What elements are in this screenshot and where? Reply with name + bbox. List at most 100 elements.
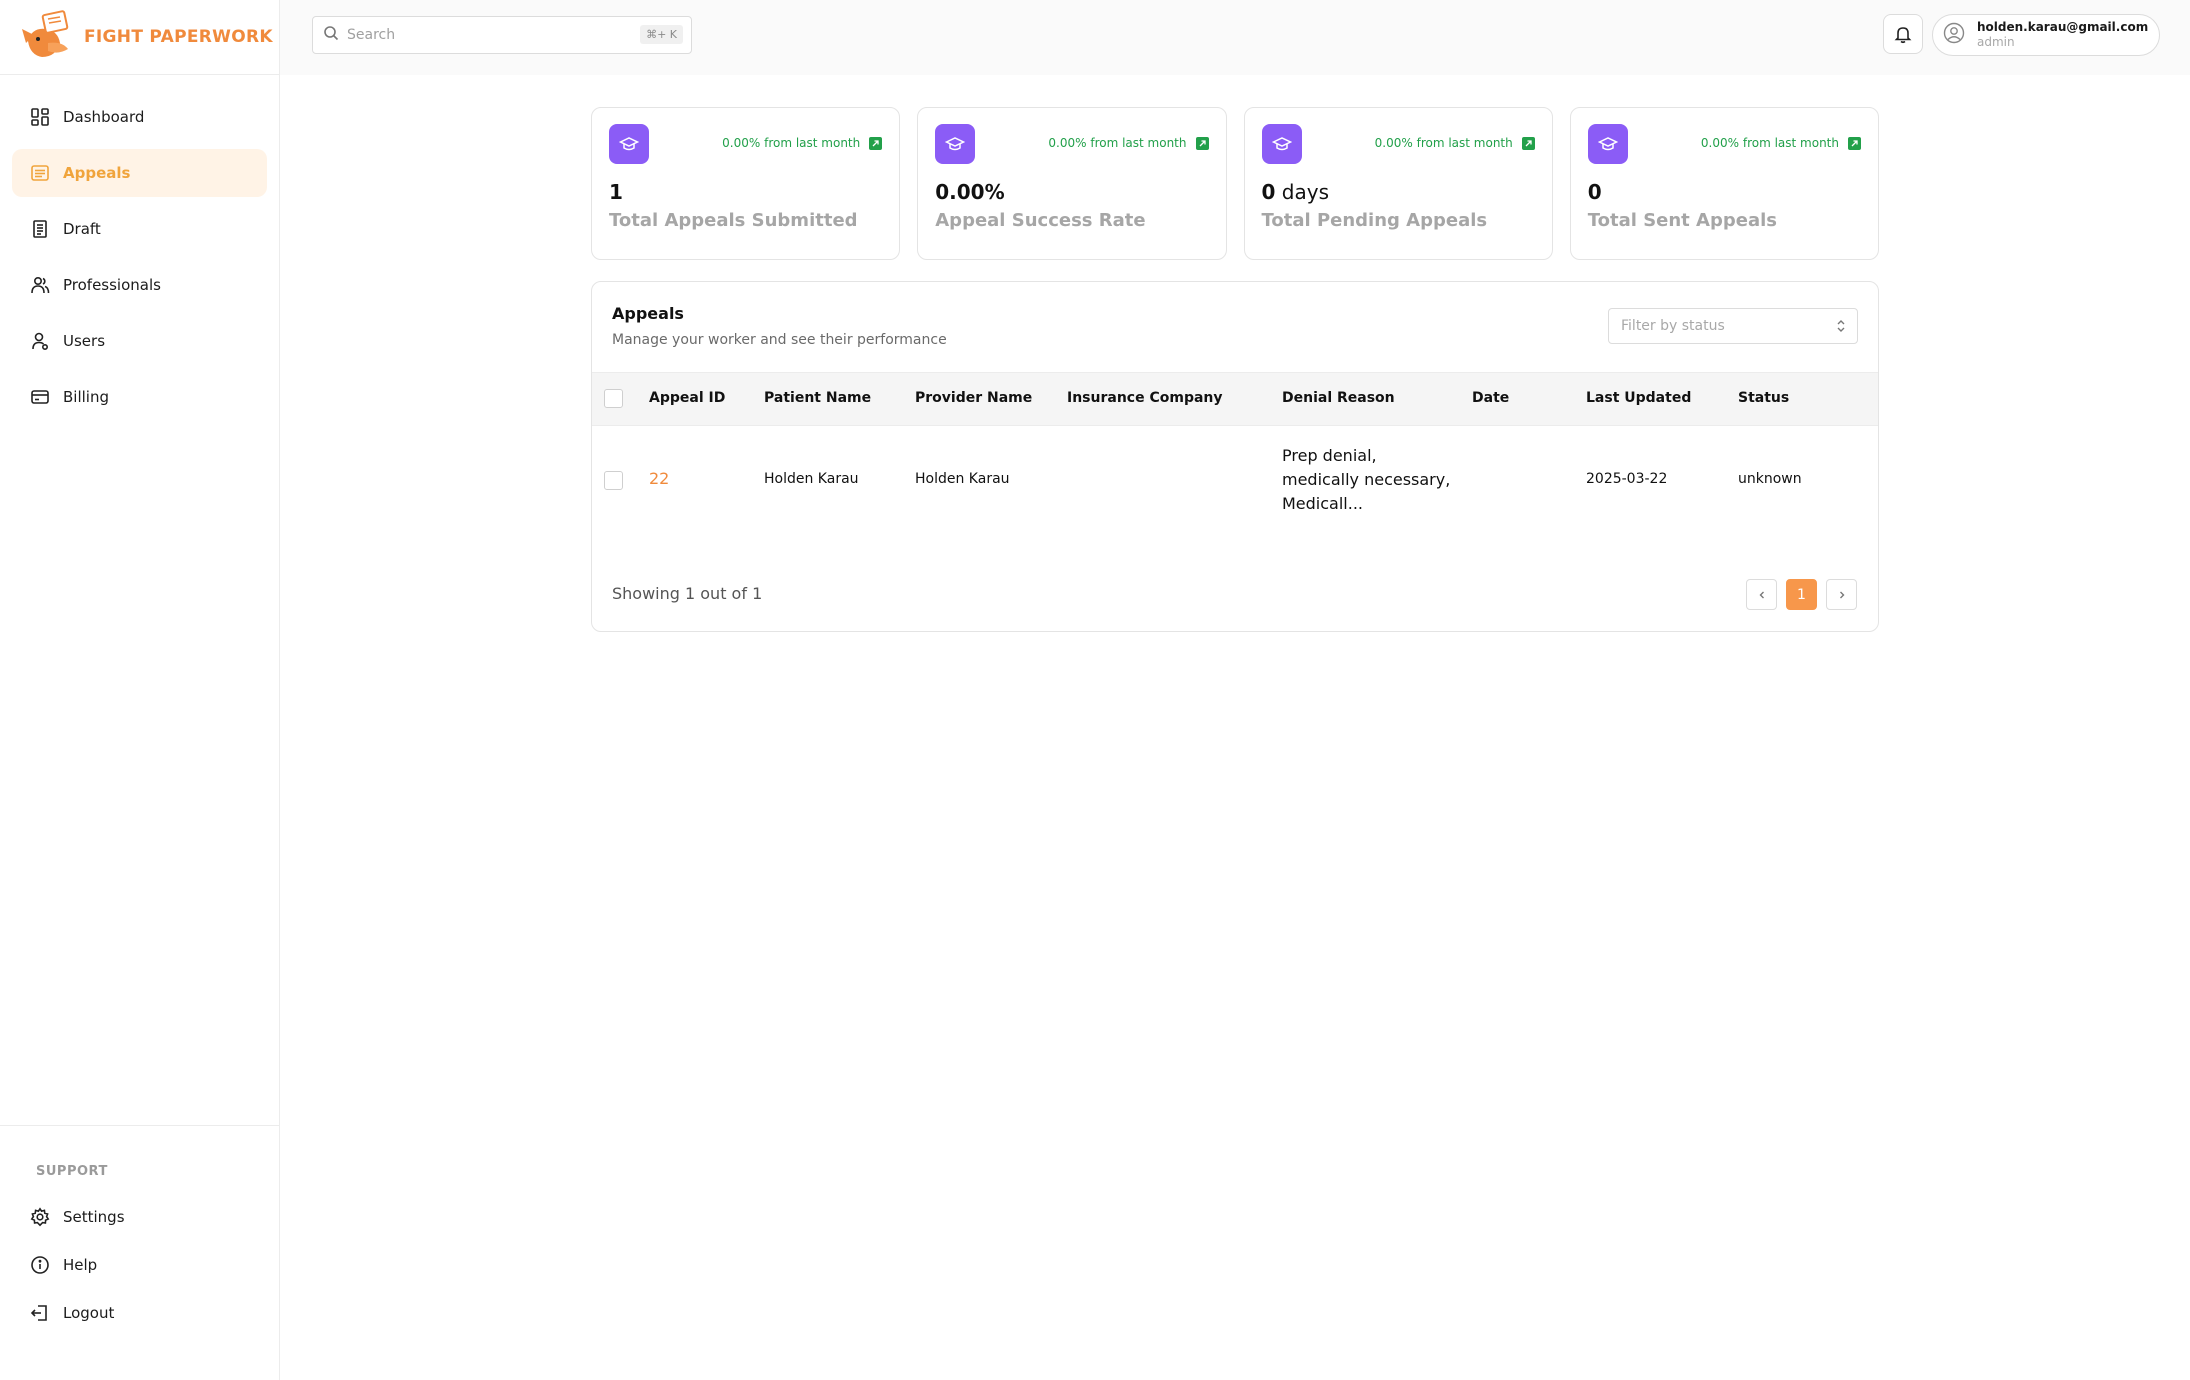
notifications-button[interactable] — [1883, 14, 1923, 54]
dashboard-icon — [29, 106, 51, 128]
user-email: holden.karau@gmail.com — [1977, 20, 2149, 34]
support-section: SUPPORT Settings Help Logout — [0, 1125, 280, 1341]
column-header[interactable]: Patient Name — [764, 390, 871, 406]
stats-cards: 0.00% from last month 1 Total Appeals Su… — [591, 107, 1879, 260]
stat-label: Total Pending Appeals — [1261, 210, 1488, 231]
search-icon — [323, 25, 339, 45]
sidebar-item-users[interactable]: Users — [12, 317, 267, 365]
user-menu[interactable]: holden.karau@gmail.com admin — [1932, 14, 2160, 56]
table-header: Appeal ID Patient Name Provider Name Ins… — [592, 372, 1878, 426]
column-header[interactable]: Provider Name — [915, 390, 1032, 406]
chevron-right-icon — [1839, 591, 1844, 598]
credit-card-icon — [29, 386, 51, 408]
logout-icon — [29, 1302, 51, 1324]
sidebar-item-draft[interactable]: Draft — [12, 205, 267, 253]
stat-value: 1 — [609, 180, 623, 204]
row-checkbox[interactable] — [604, 471, 623, 490]
sidebar-item-settings[interactable]: Settings — [12, 1197, 268, 1237]
sidebar: FIGHT PAPERWORK Dashboard Appeals Draft … — [0, 0, 280, 1380]
trend-up-icon — [869, 136, 883, 150]
select-all-checkbox[interactable] — [604, 389, 623, 408]
sidebar-item-label: Users — [63, 332, 106, 350]
stat-trend: 0.00% from last month — [1374, 136, 1513, 150]
column-header[interactable]: Status — [1738, 390, 1789, 406]
brand-logo[interactable]: FIGHT PAPERWORK — [0, 0, 279, 75]
panel-subtitle: Manage your worker and see their perform… — [612, 332, 947, 348]
sidebar-item-label: Logout — [63, 1304, 115, 1322]
chevron-up-down-icon — [1835, 317, 1847, 339]
info-icon — [29, 1254, 51, 1276]
graduation-cap-icon — [1261, 124, 1302, 164]
stat-trend: 0.00% from last month — [1700, 136, 1839, 150]
sidebar-item-label: Appeals — [63, 164, 131, 182]
stat-trend: 0.00% from last month — [1048, 136, 1187, 150]
stat-card-success-rate: 0.00% from last month 0.00% Appeal Succe… — [917, 107, 1227, 260]
graduation-cap-icon — [935, 124, 976, 164]
prev-page-button[interactable] — [1746, 579, 1777, 610]
list-icon — [29, 162, 51, 184]
stat-card-pending: 0.00% from last month 0 days Total Pendi… — [1243, 107, 1553, 260]
appeals-panel: Appeals Manage your worker and see their… — [591, 281, 1879, 632]
column-header[interactable]: Last Updated — [1586, 390, 1691, 406]
user-role: admin — [1977, 35, 2015, 49]
sidebar-item-professionals[interactable]: Professionals — [12, 261, 267, 309]
support-title: SUPPORT — [36, 1164, 108, 1179]
stat-card-submitted: 0.00% from last month 1 Total Appeals Su… — [591, 107, 901, 260]
column-header[interactable]: Date — [1472, 390, 1509, 406]
sidebar-item-help[interactable]: Help — [12, 1245, 268, 1285]
bell-icon — [1894, 27, 1912, 44]
sidebar-item-label: Help — [63, 1256, 98, 1274]
column-header[interactable]: Denial Reason — [1282, 390, 1395, 406]
stat-label: Total Sent Appeals — [1587, 210, 1777, 231]
graduation-cap-icon — [609, 124, 649, 164]
main-nav: Dashboard Appeals Draft Professionals Us… — [0, 75, 279, 421]
sidebar-item-label: Draft — [63, 220, 101, 238]
stat-label: Appeal Success Rate — [935, 210, 1146, 231]
panel-title: Appeals — [612, 304, 684, 323]
sidebar-item-label: Dashboard — [63, 108, 145, 126]
fox-logo-icon — [22, 10, 69, 57]
sidebar-item-logout[interactable]: Logout — [12, 1293, 268, 1333]
gear-icon — [29, 1206, 51, 1228]
sidebar-item-label: Billing — [63, 388, 109, 406]
sidebar-item-dashboard[interactable]: Dashboard — [12, 93, 267, 141]
filter-placeholder: Filter by status — [1621, 318, 1725, 334]
stat-value: 0 — [1261, 180, 1276, 204]
stat-label: Total Appeals Submitted — [609, 210, 858, 231]
stat-value: 0.00% — [935, 180, 1005, 204]
provider-name: Holden Karau — [915, 471, 1010, 487]
brand-name: FIGHT PAPERWORK — [84, 27, 273, 47]
column-header[interactable]: Appeal ID — [649, 390, 725, 406]
graduation-cap-icon — [1587, 124, 1628, 164]
users-group-icon — [29, 274, 51, 296]
trend-up-icon — [1521, 136, 1535, 150]
stat-value: 0 — [1587, 180, 1602, 204]
sidebar-item-appeals[interactable]: Appeals — [12, 149, 267, 197]
table-row[interactable]: 22 Holden Karau Holden Karau Prep denial… — [592, 426, 1878, 536]
search-box[interactable]: ⌘+ K — [312, 16, 692, 54]
next-page-button[interactable] — [1826, 579, 1857, 610]
patient-name: Holden Karau — [764, 471, 859, 487]
user-icon — [29, 330, 51, 352]
denial-reason: Prep denial, medically necessary, Medica… — [1282, 446, 1451, 513]
document-icon — [29, 218, 51, 240]
search-input[interactable] — [347, 27, 627, 43]
pagination-summary: Showing 1 out of 1 — [612, 584, 763, 603]
column-header[interactable]: Insurance Company — [1067, 390, 1223, 406]
trend-up-icon — [1195, 136, 1209, 150]
last-updated: 2025-03-22 — [1586, 471, 1668, 487]
page-button[interactable]: 1 — [1786, 579, 1817, 610]
stat-trend: 0.00% from last month — [722, 136, 861, 150]
search-shortcut: ⌘+ K — [640, 25, 683, 44]
stat-card-sent: 0.00% from last month 0 Total Sent Appea… — [1569, 107, 1879, 260]
appeal-id-link[interactable]: 22 — [649, 469, 669, 488]
status: unknown — [1738, 471, 1802, 487]
chevron-left-icon — [1759, 591, 1764, 598]
user-avatar-icon — [1943, 22, 1965, 48]
status-filter-select[interactable]: Filter by status — [1608, 308, 1858, 344]
sidebar-item-label: Professionals — [63, 276, 161, 294]
stat-unit: days — [1275, 180, 1329, 204]
top-header: ⌘+ K holden.karau@gmail.com admin — [280, 0, 2190, 75]
sidebar-item-billing[interactable]: Billing — [12, 373, 267, 421]
trend-up-icon — [1848, 136, 1861, 150]
